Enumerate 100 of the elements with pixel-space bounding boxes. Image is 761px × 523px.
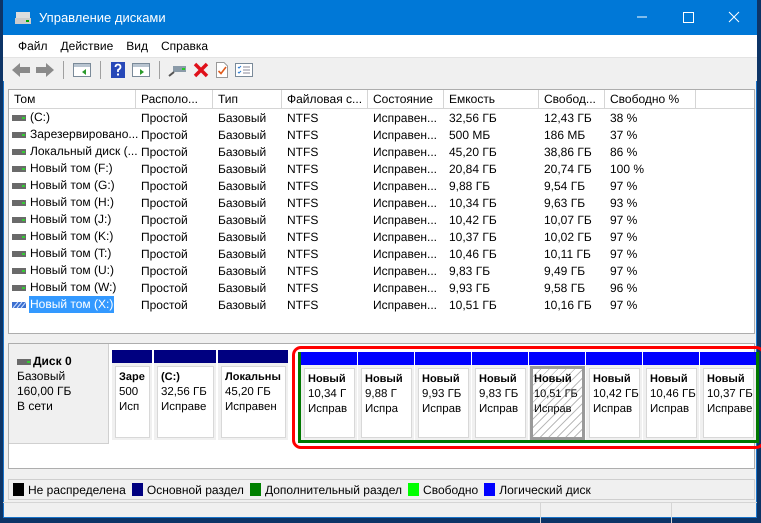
table-cell: NTFS xyxy=(287,230,318,244)
volume-name[interactable]: Новый том (H:) xyxy=(29,194,115,211)
volume-name[interactable]: Новый том (U:) xyxy=(29,262,115,279)
table-cell: 500 МБ xyxy=(449,128,490,142)
table-cell: Исправен... xyxy=(373,196,438,210)
table-cell: Исправен... xyxy=(373,264,438,278)
table-cell: 10,07 ГБ xyxy=(544,212,592,226)
show-panel-icon[interactable] xyxy=(72,60,92,78)
menu-item[interactable]: Вид xyxy=(121,39,156,53)
table-cell: 9,63 ГБ xyxy=(544,196,586,210)
partition-block[interactable]: Новый 9,88 Г Испра xyxy=(358,352,414,440)
partition-size: 45,20 ГБ xyxy=(225,385,272,400)
volume-name[interactable]: Зарезервировано... xyxy=(29,126,140,143)
volume-name[interactable]: (C:) xyxy=(29,109,51,126)
checklist-icon[interactable] xyxy=(234,60,254,78)
table-cell: NTFS xyxy=(287,110,318,124)
volume-name[interactable]: Новый том (W:) xyxy=(29,279,118,296)
table-cell: 32,56 ГБ xyxy=(449,110,497,124)
partition-status: Исправ xyxy=(479,402,520,417)
partition-status: Испра xyxy=(365,402,400,417)
partition-size: 10,46 ГБ xyxy=(650,387,696,402)
volume-name[interactable]: Новый том (F:) xyxy=(29,160,114,177)
table-cell: NTFS xyxy=(287,128,318,142)
partition-block[interactable]: Новый 10,46 ГБ Исправ xyxy=(643,352,699,440)
partition-name: Заре xyxy=(119,370,146,385)
partition-size: 32,56 ГБ xyxy=(161,385,208,400)
disk-info-panel[interactable]: Диск 0 Базовый 160,00 ГБ В сети xyxy=(9,344,109,444)
table-cell: Исправен... xyxy=(373,246,438,260)
table-cell: 38 % xyxy=(610,110,638,124)
table-cell: Базовый xyxy=(218,196,266,210)
table-cell: 10,02 ГБ xyxy=(544,230,592,244)
partition-size: 9,93 ГБ xyxy=(422,387,462,402)
help-icon[interactable] xyxy=(109,60,127,78)
volume-name[interactable]: Локальный диск (... xyxy=(29,143,139,160)
table-cell: Базовый xyxy=(218,230,266,244)
column-header[interactable]: Том xyxy=(9,90,136,109)
menu-item[interactable]: Файл xyxy=(13,39,56,53)
partition-color-bar xyxy=(154,350,216,363)
partition-block[interactable]: Новый 9,93 ГБ Исправ xyxy=(415,352,471,440)
volume-name[interactable]: Новый том (G:) xyxy=(29,177,116,194)
table-cell: Простой xyxy=(141,298,188,312)
table-cell: Базовый xyxy=(218,144,266,158)
partition-block[interactable]: Новый 10,51 ГБ Исправ xyxy=(529,352,585,440)
partition-color-bar xyxy=(112,350,152,363)
table-cell: Простой xyxy=(141,110,188,124)
volume-name[interactable]: Новый том (J:) xyxy=(29,211,112,228)
table-cell: 9,93 ГБ xyxy=(449,280,490,294)
column-header[interactable]: Файловая с... xyxy=(282,90,368,109)
forward-arrow-icon[interactable] xyxy=(35,60,55,78)
volume-name[interactable]: Новый том (T:) xyxy=(29,245,112,262)
partition-name: Новый xyxy=(593,372,632,387)
partition-block[interactable]: Заре 500 Исп xyxy=(112,350,152,440)
table-cell: Базовый xyxy=(218,212,266,226)
table-cell: NTFS xyxy=(287,280,318,294)
column-header[interactable]: Свободно % xyxy=(605,90,696,109)
checked-document-icon[interactable] xyxy=(214,60,230,78)
partition-size: 10,42 ГБ xyxy=(593,387,639,402)
table-cell: Исправен... xyxy=(373,110,438,124)
partition-block[interactable]: (C:) 32,56 ГБ Исправе xyxy=(154,350,216,440)
partition-status: Исп xyxy=(119,400,140,415)
table-cell: Исправен... xyxy=(373,144,438,158)
table-cell: 10,51 ГБ xyxy=(449,298,497,312)
partition-block[interactable]: Новый 9,83 ГБ Исправ xyxy=(472,352,528,440)
table-cell: Простой xyxy=(141,196,188,210)
table-cell: 9,88 ГБ xyxy=(449,178,490,192)
partition-name: Новый xyxy=(308,372,347,387)
column-header[interactable]: Располо... xyxy=(136,90,213,109)
column-header[interactable]: Емкость xyxy=(444,90,539,109)
table-cell: Базовый xyxy=(218,110,266,124)
partition-status: Исправ xyxy=(422,402,462,417)
table-cell: 37 % xyxy=(610,128,638,142)
table-cell: 97 % xyxy=(610,298,638,312)
table-cell: Простой xyxy=(141,230,188,244)
back-arrow-icon[interactable] xyxy=(11,60,31,78)
table-cell: 10,42 ГБ xyxy=(449,212,497,226)
table-cell: NTFS xyxy=(287,144,318,158)
delete-icon[interactable] xyxy=(192,60,210,78)
legend-label: Логический диск xyxy=(499,482,591,496)
column-header[interactable]: Тип xyxy=(213,90,282,109)
volume-name[interactable]: Новый том (K:) xyxy=(29,228,114,245)
partition-block[interactable]: Новый 10,37 ГБ Исправе xyxy=(700,352,756,440)
partition-block[interactable]: Локальны 45,20 ГБ Исправен xyxy=(218,350,288,440)
table-cell: Простой xyxy=(141,128,188,142)
partition-status: Исправ xyxy=(593,402,634,417)
partition-status: Исправ xyxy=(650,402,690,417)
table-cell: Исправен... xyxy=(373,128,438,142)
partition-block[interactable]: Новый 10,42 ГБ Исправ xyxy=(586,352,642,440)
menu-item[interactable]: Действие xyxy=(56,39,122,53)
column-header[interactable]: Состояние xyxy=(368,90,444,109)
partition-name: Новый xyxy=(479,372,518,387)
menu-item[interactable]: Справка xyxy=(156,39,216,53)
column-header[interactable]: Свобод... xyxy=(539,90,605,109)
table-cell: Базовый xyxy=(218,178,266,192)
partition-block[interactable]: Новый 10,34 Г Исправ xyxy=(301,352,357,440)
hide-panel-icon[interactable] xyxy=(131,60,151,78)
table-cell: NTFS xyxy=(287,264,318,278)
table-cell: 97 % xyxy=(610,178,638,192)
table-cell: Базовый xyxy=(218,162,266,176)
table-cell: Базовый xyxy=(218,280,266,294)
partition-name: Новый xyxy=(365,372,404,387)
